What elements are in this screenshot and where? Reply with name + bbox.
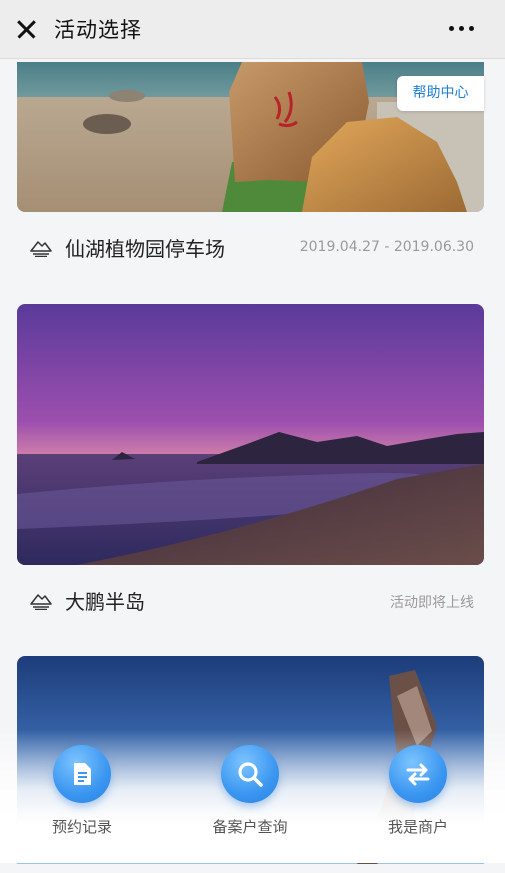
registered-query-button[interactable]: 备案户查询: [180, 745, 320, 845]
card-image-dapeng[interactable]: [17, 304, 484, 565]
close-icon[interactable]: [14, 17, 38, 41]
card-title: 仙湖植物园停车场: [65, 237, 225, 261]
card-status: 活动即将上线: [390, 595, 474, 611]
action-label: 备案户查询: [212, 818, 288, 836]
help-center-button[interactable]: 帮助中心: [397, 76, 484, 111]
mountain-icon: [30, 594, 52, 610]
action-circle: [221, 745, 279, 803]
action-circle: [53, 745, 111, 803]
card-date: 2019.04.27 - 2019.06.30: [299, 239, 474, 255]
action-label: 预约记录: [51, 818, 112, 836]
page-title: 活动选择: [54, 18, 142, 42]
top-bar: 活动选择: [0, 0, 505, 59]
booking-records-button[interactable]: 预约记录: [12, 745, 152, 845]
merchant-button[interactable]: 我是商户: [348, 745, 488, 845]
action-label: 我是商户: [387, 818, 448, 836]
mountain-icon: [30, 241, 52, 257]
card-info-dapeng[interactable]: 大鹏半岛 活动即将上线: [17, 580, 484, 620]
more-dots-icon[interactable]: [449, 18, 477, 38]
action-circle: [389, 745, 447, 803]
swap-arrows-icon: [406, 763, 430, 786]
card-title: 大鹏半岛: [65, 590, 145, 614]
search-icon: [238, 762, 263, 787]
card-info-xianhu[interactable]: 仙湖植物园停车场 2019.04.27 - 2019.06.30: [17, 227, 484, 267]
document-icon: [74, 763, 91, 785]
